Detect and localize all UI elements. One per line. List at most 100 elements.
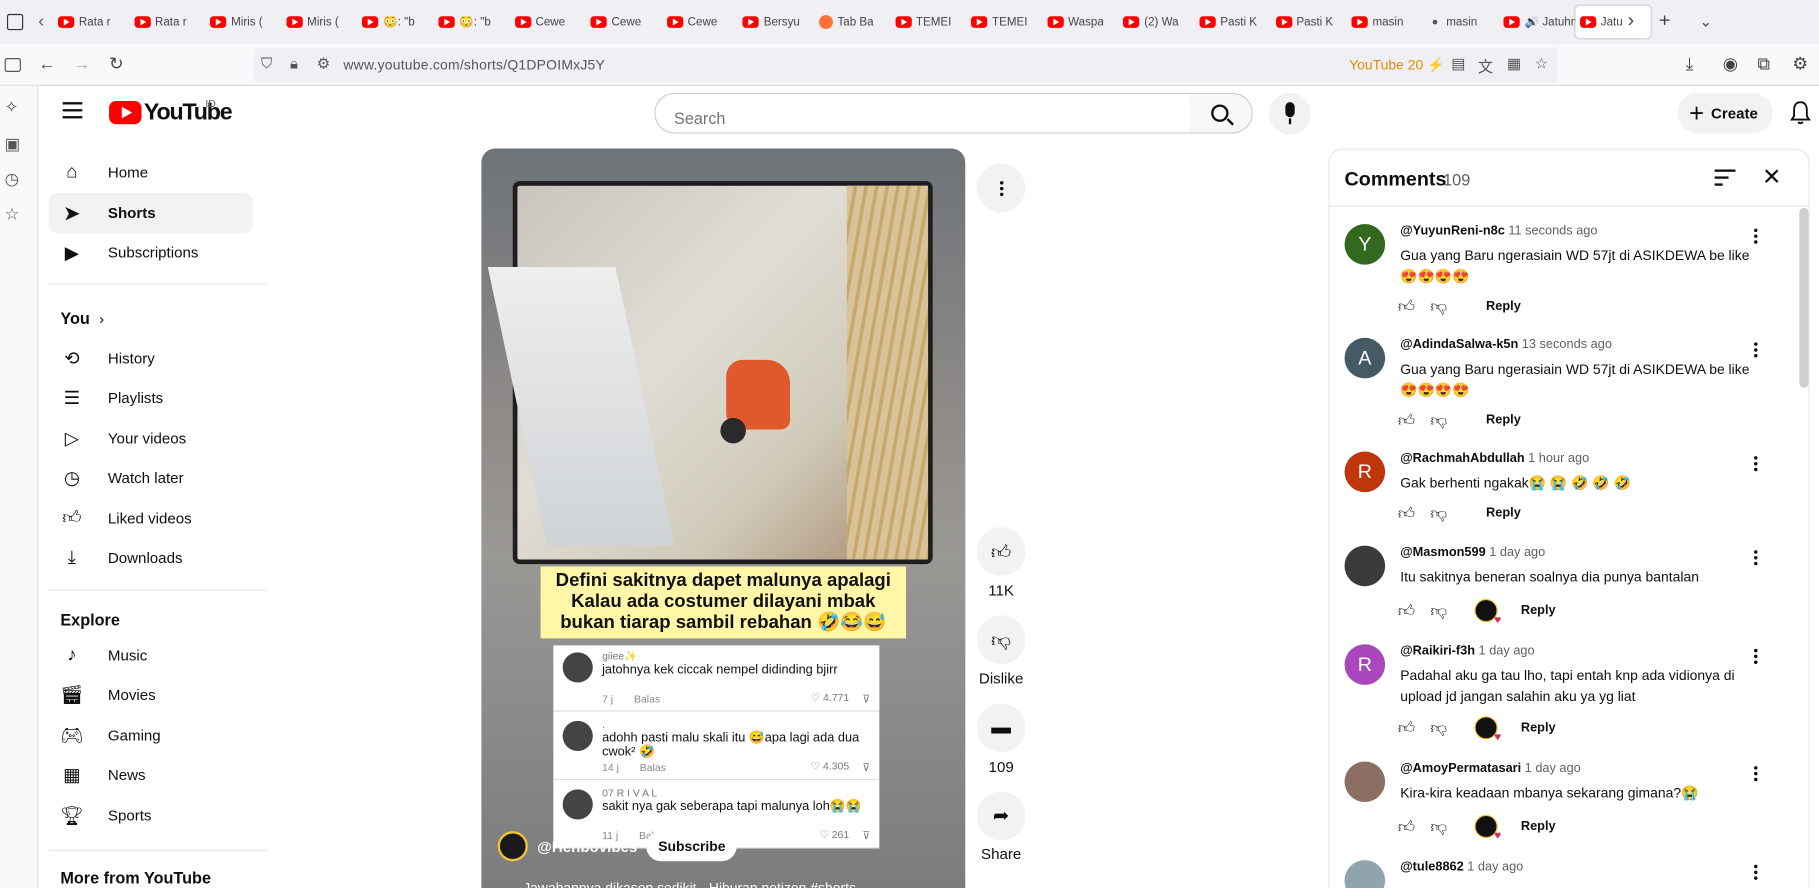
browser-tab[interactable]: Tab Ba [814, 6, 890, 39]
shorts-video-player[interactable]: Defini sakitnya dapet malunya apalagi Ka… [481, 148, 966, 888]
comment-author[interactable]: @Raikiri-f3h 1 day ago [1400, 644, 1534, 658]
comment-author-name[interactable]: @Masmon599 [1400, 546, 1486, 560]
sidebar-item-playlists[interactable]: ☰ Playlists [49, 377, 253, 418]
browser-tab[interactable]: Pasti K [1195, 6, 1271, 39]
comment-dislike-button[interactable]: 👎︎ [1430, 717, 1451, 738]
close-icon[interactable]: ✕ [1762, 166, 1781, 189]
comment-avatar[interactable] [1344, 761, 1386, 803]
browser-tab[interactable]: 😳: "b [358, 6, 434, 39]
browser-tab[interactable]: Waspa [1043, 6, 1119, 39]
comment-author[interactable]: @AdindaSalwa-k5n 13 seconds ago [1400, 338, 1612, 352]
comment-reply-button[interactable]: Reply [1521, 721, 1556, 735]
permissions-icon[interactable]: ⚙ [317, 55, 331, 74]
comment-author[interactable]: @AmoyPermatasari 1 day ago [1400, 761, 1581, 775]
share-button[interactable]: ➦ [976, 791, 1026, 841]
video-more-button[interactable] [976, 163, 1026, 213]
comment-more-vert-icon[interactable] [1754, 456, 1758, 472]
sort-icon[interactable] [1714, 169, 1736, 186]
comment-timestamp[interactable]: 11 seconds ago [1508, 224, 1597, 238]
comment-more-vert-icon[interactable] [1754, 766, 1758, 782]
sidebar-item-music[interactable]: ♪ Music [49, 635, 253, 676]
subscribe-button[interactable]: Subscribe [646, 831, 738, 862]
browser-tab[interactable]: Rata r [129, 6, 205, 39]
downloads-icon[interactable]: ⤓ [1686, 55, 1694, 76]
comment-reply-button[interactable]: Reply [1486, 413, 1521, 427]
dislike-button[interactable]: 👎︎ [976, 615, 1026, 664]
url-bar[interactable]: ⛉ 🔒︎ ⚙ www.youtube.com/shorts/Q1DPOIMxJ5… [254, 47, 1558, 83]
browser-tab[interactable]: TEMEI [966, 6, 1042, 39]
comment-author[interactable]: @YuyunReni-n8c 11 seconds ago [1400, 224, 1597, 238]
comment-reply-button[interactable]: Reply [1486, 299, 1521, 313]
notifications-bell-icon[interactable] [1790, 100, 1811, 126]
channel-name[interactable]: @Henbovibes [537, 838, 637, 855]
sidebar-toggle-icon[interactable] [4, 58, 21, 72]
comment-like-button[interactable]: 👍︎ [1398, 410, 1419, 431]
comment-timestamp[interactable]: 1 day ago [1489, 546, 1545, 560]
lock-icon[interactable]: 🔒︎ [290, 55, 298, 74]
comments-scrollbar[interactable] [1799, 207, 1809, 388]
like-button[interactable]: 👍︎ [976, 526, 1026, 576]
extensions-icon[interactable]: ⧉ [1758, 55, 1770, 76]
comment-avatar[interactable]: A [1344, 337, 1386, 379]
browser-tab[interactable]: Pasti K [1271, 6, 1347, 39]
account-icon[interactable]: ◉ [1723, 55, 1738, 76]
video-title[interactable]: Jawabannya dikasep sedikit - Hiburan net… [523, 880, 856, 888]
new-tab-icon[interactable]: + [1659, 9, 1671, 32]
comments-button[interactable]: ▬ [976, 703, 1026, 753]
guide-menu-icon[interactable] [62, 102, 84, 119]
comment-like-button[interactable]: 👍︎ [1398, 600, 1419, 621]
browser-tab[interactable]: Bersyu [738, 6, 814, 39]
comment-more-vert-icon[interactable] [1754, 228, 1758, 244]
comment-like-button[interactable]: 👍︎ [1398, 717, 1419, 738]
comment-avatar[interactable] [1344, 860, 1386, 888]
comment-avatar[interactable]: Y [1344, 224, 1386, 265]
reload-icon[interactable]: ↻ [109, 55, 124, 76]
comment-dislike-button[interactable]: 👎︎ [1430, 296, 1451, 317]
url-text[interactable]: www.youtube.com/shorts/Q1DPOIMxJ5Y [343, 57, 605, 73]
browser-tab[interactable]: TEMEI [890, 6, 966, 39]
browser-tab[interactable]: Cewe [510, 6, 586, 39]
sidebar-item-home[interactable]: ⌂ Home [49, 152, 253, 193]
create-button[interactable]: + Create [1677, 92, 1773, 134]
sidebar-item-history[interactable]: ⟲ History [49, 338, 253, 379]
tab-list-icon[interactable] [6, 13, 24, 31]
sidebar-item-sports[interactable]: 🏆︎ Sports [49, 795, 253, 836]
comment-avatar[interactable] [1344, 545, 1386, 587]
comment-author-name[interactable]: @AdindaSalwa-k5n [1400, 338, 1518, 352]
comment-more-vert-icon[interactable] [1754, 648, 1758, 664]
comment-timestamp[interactable]: 1 day ago [1479, 644, 1535, 658]
comment-author-name[interactable]: @tule8862 [1400, 860, 1464, 874]
browser-tab[interactable]: Cewe [586, 6, 662, 39]
browser-tab[interactable]: masin [1423, 6, 1499, 39]
browser-tab[interactable]: (2) Wa [1119, 6, 1195, 39]
comment-like-button[interactable]: 👍︎ [1398, 296, 1419, 317]
comment-timestamp[interactable]: 1 day ago [1525, 761, 1581, 775]
comment-reply-button[interactable]: Reply [1486, 506, 1521, 520]
comment-timestamp[interactable]: 1 hour ago [1528, 452, 1589, 466]
search-button[interactable] [1190, 92, 1253, 134]
comment-author-name[interactable]: @AmoyPermatasari [1400, 761, 1521, 775]
comment-reply-button[interactable]: Reply [1521, 604, 1556, 618]
bookmark-star-icon[interactable]: ☆ [1535, 55, 1549, 74]
voice-search-button[interactable] [1269, 92, 1311, 135]
bookmarks-sidebar-icon[interactable]: ☆ [5, 204, 20, 224]
comment-author-name[interactable]: @YuyunReni-n8c [1400, 224, 1505, 238]
comment-timestamp[interactable]: 1 day ago [1467, 860, 1523, 874]
comment-more-vert-icon[interactable] [1754, 864, 1758, 880]
sidebar-item-news[interactable]: ▦ News [49, 755, 253, 796]
sidebar-item-shorts[interactable]: ➤ Shorts [48, 192, 253, 234]
tab-overflow-chevron-icon[interactable]: ⌄ [1700, 13, 1713, 32]
comment-author-name[interactable]: @Raikiri-f3h [1400, 644, 1475, 658]
app-menu-icon[interactable]: ⚙ [1792, 55, 1808, 76]
comment-author[interactable]: @RachmahAbdullah 1 hour ago [1400, 452, 1589, 466]
sidebar-item-your-videos[interactable]: ▷ Your videos [49, 418, 253, 459]
tabs-scroll-left-icon[interactable]: ‹ [38, 12, 44, 32]
browser-tab[interactable]: Jatu [1575, 5, 1652, 39]
qr-code-icon[interactable]: ▦ [1507, 55, 1521, 74]
sidebar-item-subscriptions[interactable]: ▶ Subscriptions [49, 232, 253, 273]
sidebar-item-liked-videos[interactable]: 👍︎ Liked videos [49, 498, 253, 539]
browser-tab[interactable]: 😳: "b [434, 6, 510, 39]
reader-view-icon[interactable]: ▤ [1451, 55, 1465, 74]
comment-avatar[interactable]: R [1344, 451, 1386, 493]
search-input[interactable] [654, 92, 1192, 134]
